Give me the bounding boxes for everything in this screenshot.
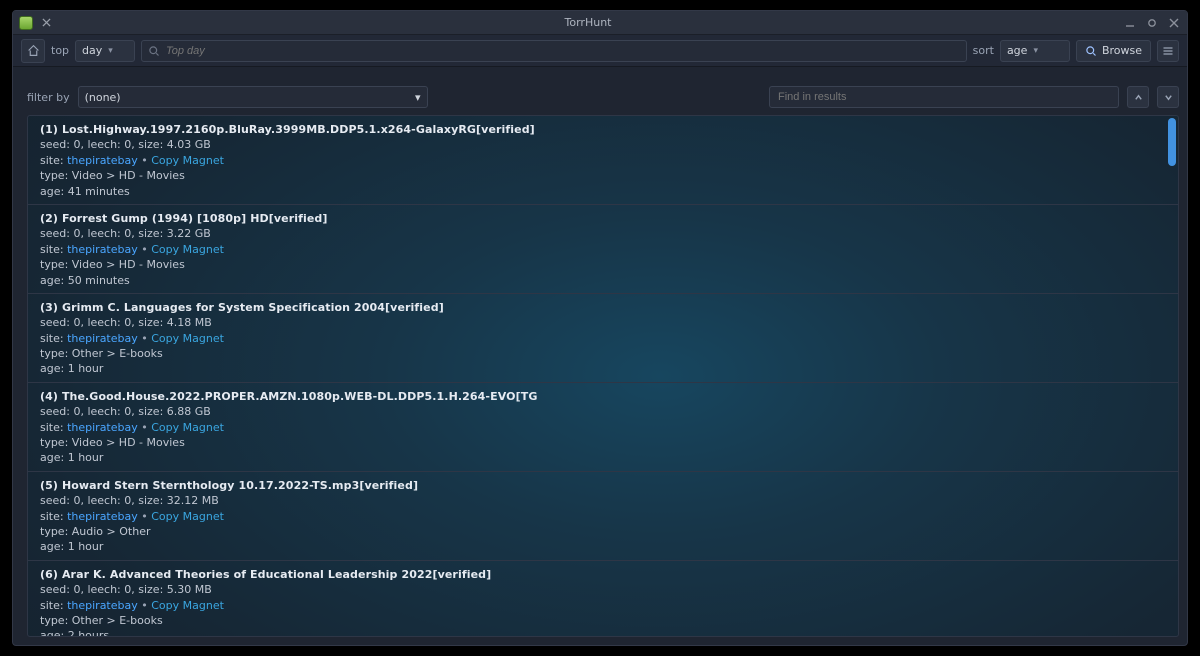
copy-magnet-link[interactable]: Copy Magnet — [151, 332, 224, 345]
result-site-link[interactable]: thepiratebay — [67, 599, 138, 612]
result-title: (1) Lost.Highway.1997.2160p.BluRay.3999M… — [40, 122, 1166, 137]
result-item[interactable]: (5) Howard Stern Sternthology 10.17.2022… — [28, 472, 1178, 561]
result-item[interactable]: (1) Lost.Highway.1997.2160p.BluRay.3999M… — [28, 116, 1178, 205]
result-site-link[interactable]: thepiratebay — [67, 421, 138, 434]
sort-label: sort — [973, 44, 994, 57]
home-button[interactable] — [21, 39, 45, 63]
copy-magnet-link[interactable]: Copy Magnet — [151, 510, 224, 523]
result-stats: seed: 0, leech: 0, size: 6.88 GB — [40, 404, 1166, 419]
results-list[interactable]: (1) Lost.Highway.1997.2160p.BluRay.3999M… — [28, 116, 1178, 636]
result-item[interactable]: (3) Grimm C. Languages for System Specif… — [28, 294, 1178, 383]
chevron-down-icon: ▾ — [108, 46, 113, 56]
search-input[interactable] — [166, 45, 960, 57]
results-panel: (1) Lost.Highway.1997.2160p.BluRay.3999M… — [27, 115, 1179, 637]
result-site-row: site: thepiratebay • Copy Magnet — [40, 153, 1166, 168]
result-stats: seed: 0, leech: 0, size: 5.30 MB — [40, 582, 1166, 597]
result-type: type: Video > HD - Movies — [40, 257, 1166, 272]
titlebar-close-left-button[interactable] — [39, 16, 53, 30]
result-site-link[interactable]: thepiratebay — [67, 332, 138, 345]
period-select[interactable]: day ▾ — [75, 40, 135, 62]
copy-magnet-link[interactable]: Copy Magnet — [151, 243, 224, 256]
result-site-row: site: thepiratebay • Copy Magnet — [40, 331, 1166, 346]
search-icon — [1085, 45, 1097, 57]
result-age: age: 1 hour — [40, 450, 1166, 465]
result-age: age: 2 hours — [40, 628, 1166, 636]
app-icon — [19, 16, 33, 30]
result-title: (3) Grimm C. Languages for System Specif… — [40, 300, 1166, 315]
result-site-row: site: thepiratebay • Copy Magnet — [40, 509, 1166, 524]
sort-select[interactable]: age ▾ — [1000, 40, 1070, 62]
maximize-button[interactable] — [1145, 16, 1159, 30]
period-select-value: day — [82, 44, 102, 57]
result-title: (2) Forrest Gump (1994) [1080p] HD[verif… — [40, 211, 1166, 226]
result-type: type: Video > HD - Movies — [40, 168, 1166, 183]
result-title: (5) Howard Stern Sternthology 10.17.2022… — [40, 478, 1166, 493]
chevron-down-icon: ▾ — [415, 91, 421, 104]
result-site-link[interactable]: thepiratebay — [67, 154, 138, 167]
prev-result-button[interactable] — [1127, 86, 1149, 108]
filter-select-value: (none) — [85, 91, 121, 104]
copy-magnet-link[interactable]: Copy Magnet — [151, 599, 224, 612]
filter-select[interactable]: (none) ▾ — [78, 86, 428, 108]
result-title: (4) The.Good.House.2022.PROPER.AMZN.1080… — [40, 389, 1166, 404]
result-age: age: 1 hour — [40, 539, 1166, 554]
result-type: type: Other > E-books — [40, 346, 1166, 361]
result-stats: seed: 0, leech: 0, size: 4.18 MB — [40, 315, 1166, 330]
copy-magnet-link[interactable]: Copy Magnet — [151, 154, 224, 167]
result-stats: seed: 0, leech: 0, size: 3.22 GB — [40, 226, 1166, 241]
scrollbar[interactable] — [1168, 118, 1176, 634]
result-site-row: site: thepiratebay • Copy Magnet — [40, 242, 1166, 257]
result-site-link[interactable]: thepiratebay — [67, 243, 138, 256]
titlebar: TorrHunt — [13, 11, 1187, 35]
result-age: age: 41 minutes — [40, 184, 1166, 199]
next-result-button[interactable] — [1157, 86, 1179, 108]
window-title: TorrHunt — [53, 16, 1123, 29]
result-item[interactable]: (2) Forrest Gump (1994) [1080p] HD[verif… — [28, 205, 1178, 294]
result-site-link[interactable]: thepiratebay — [67, 510, 138, 523]
search-field-wrap — [141, 40, 967, 62]
result-stats: seed: 0, leech: 0, size: 32.12 MB — [40, 493, 1166, 508]
close-button[interactable] — [1167, 16, 1181, 30]
filter-label: filter by — [27, 91, 70, 104]
sort-select-value: age — [1007, 44, 1028, 57]
result-title: (6) Arar K. Advanced Theories of Educati… — [40, 567, 1166, 582]
result-stats: seed: 0, leech: 0, size: 4.03 GB — [40, 137, 1166, 152]
result-site-row: site: thepiratebay • Copy Magnet — [40, 598, 1166, 613]
result-site-row: site: thepiratebay • Copy Magnet — [40, 420, 1166, 435]
minimize-button[interactable] — [1123, 16, 1137, 30]
toolbar: top day ▾ sort age ▾ Browse — [13, 35, 1187, 67]
scrollbar-thumb[interactable] — [1168, 118, 1176, 166]
result-item[interactable]: (6) Arar K. Advanced Theories of Educati… — [28, 561, 1178, 636]
search-icon — [148, 45, 160, 57]
result-age: age: 50 minutes — [40, 273, 1166, 288]
browse-button[interactable]: Browse — [1076, 40, 1151, 62]
result-item[interactable]: (4) The.Good.House.2022.PROPER.AMZN.1080… — [28, 383, 1178, 472]
browse-button-label: Browse — [1102, 44, 1142, 57]
result-type: type: Audio > Other — [40, 524, 1166, 539]
app-window: TorrHunt top day ▾ sort age — [12, 10, 1188, 646]
find-in-results-input[interactable] — [769, 86, 1119, 108]
result-type: type: Other > E-books — [40, 613, 1166, 628]
copy-magnet-link[interactable]: Copy Magnet — [151, 421, 224, 434]
chevron-down-icon: ▾ — [1033, 46, 1038, 56]
result-type: type: Video > HD - Movies — [40, 435, 1166, 450]
hamburger-menu-button[interactable] — [1157, 40, 1179, 62]
filter-bar: filter by (none) ▾ — [13, 83, 1187, 111]
result-age: age: 1 hour — [40, 361, 1166, 376]
period-label: top — [51, 44, 69, 57]
